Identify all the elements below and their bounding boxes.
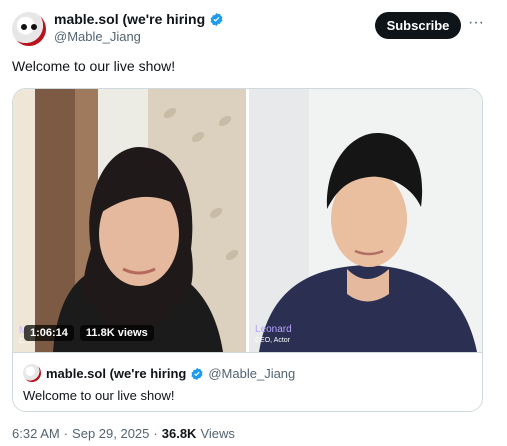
quoted-text: Welcome to our live show! xyxy=(23,388,175,403)
subscribe-button[interactable]: Subscribe xyxy=(375,12,461,39)
views-count: 36.8K xyxy=(161,426,197,441)
views-label: Views xyxy=(200,426,235,441)
quoted-handle[interactable]: @Mable_Jiang xyxy=(208,366,295,381)
media-card[interactable]: M C... 1:06:14 11.8K views Leonard CEO, … xyxy=(12,88,483,412)
speaker-right-figure xyxy=(259,133,477,352)
more-options-icon[interactable]: ··· xyxy=(467,12,485,34)
right-speaker-name: Leonard xyxy=(255,324,292,335)
video-pane-right xyxy=(249,89,482,352)
quoted-display-name[interactable]: mable.sol (we're hiring xyxy=(46,366,186,381)
author-display-name[interactable]: mable.sol (we're hiring xyxy=(54,11,205,27)
quoted-author-row: mable.sol (we're hiring @Mable_Jiang xyxy=(46,366,295,381)
verified-badge-icon xyxy=(191,367,203,380)
author-avatar[interactable] xyxy=(12,12,46,46)
video-player[interactable]: M C... 1:06:14 11.8K views Leonard CEO, … xyxy=(13,89,482,352)
video-pane-left xyxy=(13,89,246,352)
tweet-header: mable.sol (we're hiring @Mable_Jiang Sub… xyxy=(0,0,507,52)
views-badge: 11.8K views xyxy=(79,325,154,341)
tweet-date[interactable]: Sep 29, 2025 xyxy=(72,426,149,441)
author-handle[interactable]: @Mable_Jiang xyxy=(54,29,141,44)
tweet-time[interactable]: 6:32 AM xyxy=(12,426,60,441)
duration-badge: 1:06:14 xyxy=(24,325,74,341)
right-speaker-role: CEO, Actor xyxy=(255,337,291,344)
verified-badge-icon xyxy=(210,12,223,26)
tweet-meta: 6:32 AM · Sep 29, 2025 · 36.8K Views xyxy=(12,426,235,441)
quoted-author-avatar[interactable] xyxy=(23,364,41,382)
tweet-text: Welcome to our live show! xyxy=(12,58,176,74)
meta-separator: · xyxy=(63,426,69,441)
video-badges: 1:06:14 11.8K views xyxy=(24,325,154,341)
meta-separator: · xyxy=(153,426,158,441)
author-name-row[interactable]: mable.sol (we're hiring xyxy=(54,11,224,27)
quoted-tweet[interactable]: mable.sol (we're hiring @Mable_Jiang Wel… xyxy=(13,352,482,411)
speaker-left-figure xyxy=(53,147,223,352)
